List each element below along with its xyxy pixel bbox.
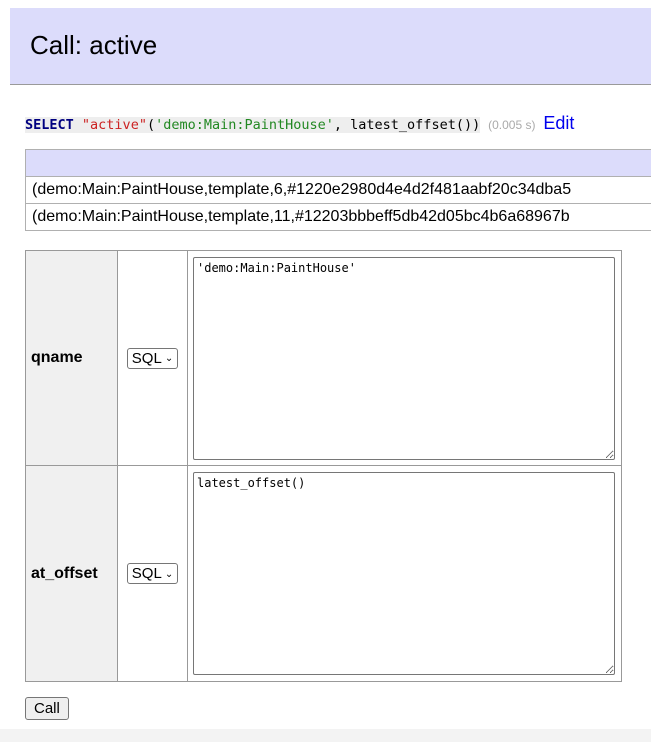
- parameters-table: qname SQL ⌄ 'demo:Main:PaintHouse' at_off…: [25, 250, 622, 682]
- chevron-down-icon: ⌄: [164, 568, 174, 580]
- param-name: at_offset: [25, 465, 118, 682]
- qname-textarea[interactable]: 'demo:Main:PaintHouse': [193, 256, 615, 460]
- table-row: (demo:Main:PaintHouse,template,11,#12203…: [25, 204, 651, 231]
- sql-function-name: "active": [81, 117, 147, 133]
- chevron-down-icon: ⌄: [164, 353, 174, 365]
- sql-query-line: SELECT "active"('demo:Main:PaintHouse', …: [25, 113, 574, 134]
- param-value-cell: latest_offset(): [187, 465, 622, 682]
- param-type-cell: SQL ⌄: [117, 465, 188, 682]
- sql-keyword: SELECT: [25, 117, 74, 133]
- footer-bar: [0, 729, 651, 742]
- sql-open-paren: (: [146, 117, 156, 133]
- sql-rest: , latest_offset()): [333, 117, 481, 133]
- edit-link[interactable]: Edit: [543, 113, 574, 133]
- page-header: Call: active: [10, 8, 651, 85]
- param-row-at-offset: at_offset SQL ⌄ latest_offset(): [25, 465, 622, 682]
- at-offset-textarea[interactable]: latest_offset(): [193, 472, 615, 675]
- results-table: (demo:Main:PaintHouse,template,6,#1220e2…: [25, 149, 651, 231]
- sql-string-arg: 'demo:Main:PaintHouse': [155, 117, 334, 133]
- param-name: qname: [25, 250, 118, 466]
- page: Call: active SELECT "active"('demo:Main:…: [0, 0, 651, 742]
- sql-code: SELECT "active"('demo:Main:PaintHouse', …: [25, 117, 481, 133]
- param-type-select[interactable]: SQL ⌄: [126, 563, 179, 584]
- param-type-select[interactable]: SQL ⌄: [126, 347, 179, 369]
- results-header: [25, 149, 651, 177]
- page-title: Call: active: [30, 30, 158, 60]
- param-value-cell: 'demo:Main:PaintHouse': [187, 250, 622, 466]
- param-type-value: SQL: [131, 349, 162, 367]
- param-type-value: SQL: [131, 565, 162, 582]
- query-timing: (0.005 s): [488, 118, 536, 132]
- table-row: (demo:Main:PaintHouse,template,6,#1220e2…: [25, 177, 651, 204]
- param-row-qname: qname SQL ⌄ 'demo:Main:PaintHouse': [25, 250, 622, 466]
- call-button[interactable]: Call: [25, 697, 69, 720]
- param-type-cell: SQL ⌄: [117, 250, 188, 466]
